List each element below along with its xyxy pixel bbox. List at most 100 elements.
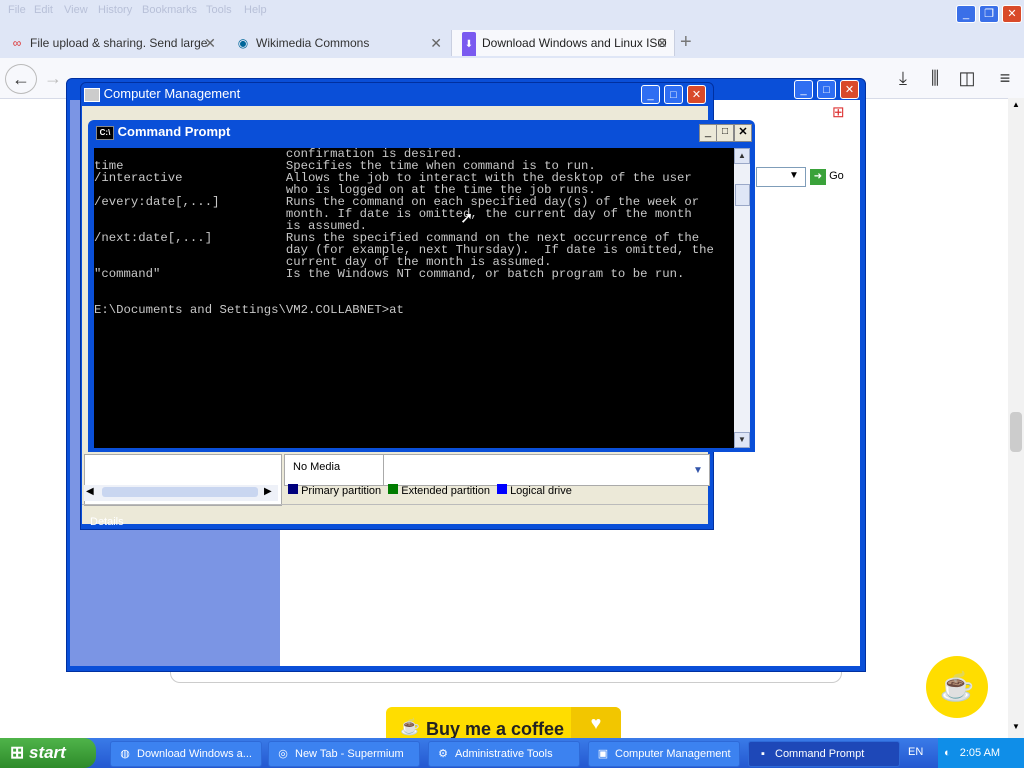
forward-icon[interactable]: →	[38, 64, 68, 92]
address-dropdown[interactable]: ▼	[756, 167, 806, 187]
back-icon[interactable]: ←	[5, 64, 37, 94]
legend-primary: Primary partition	[301, 485, 382, 497]
menu-bookmarks[interactable]: Bookmarks	[142, 4, 197, 16]
browser-close-button[interactable]: ✕	[1002, 5, 1022, 23]
menu-history[interactable]: History	[98, 4, 132, 16]
scroll-right-icon[interactable]: ▶	[264, 486, 272, 497]
cm-statusbar	[82, 504, 708, 525]
admin-close-button[interactable]: ✕	[840, 80, 859, 99]
cmd-title: Command Prompt	[117, 124, 231, 139]
menu-file[interactable]: File	[8, 4, 26, 16]
cmd-console[interactable]: confirmation is desired. time Specifies …	[94, 148, 734, 448]
supermium-icon: ◎	[278, 748, 288, 760]
network-icon[interactable]: ◐	[944, 747, 951, 759]
wikimedia-icon: ◉	[237, 36, 249, 50]
download-icon: ⬇	[462, 32, 476, 56]
page-scrollbar[interactable]: ▲ ▼	[1008, 98, 1024, 738]
close-icon[interactable]: ✕	[430, 30, 442, 56]
partition-legend: Primary partition Extended partition Log…	[288, 484, 572, 498]
browser-maximize-button[interactable]: ❐	[979, 5, 999, 23]
taskbar-item-download-windows[interactable]: ◍ Download Windows a...	[110, 741, 262, 767]
start-button[interactable]: ⊞ start	[0, 738, 96, 768]
disk-row[interactable]: No Media ▼	[284, 454, 710, 486]
cm-titlebar: Computer Management	[84, 86, 240, 102]
task-label: Administrative Tools	[455, 748, 553, 760]
legend-swatch-logical	[497, 484, 507, 494]
legend-swatch-extended	[388, 484, 399, 494]
downloads-icon[interactable]: ⤓	[888, 64, 918, 92]
cmd-icon: ▪	[761, 748, 765, 760]
library-icon[interactable]: ⫼	[920, 64, 950, 92]
computer-management-icon: ▣	[597, 748, 609, 760]
admin-maximize-button[interactable]: □	[817, 80, 836, 99]
cm-maximize-button[interactable]: □	[664, 85, 683, 104]
menu-help[interactable]: Help	[244, 4, 267, 16]
scroll-down-icon[interactable]: ▼	[734, 432, 750, 448]
taskbar-item-new-tab[interactable]: ◎ New Tab - Supermium	[268, 741, 420, 767]
cmd-close-button[interactable]: ✕	[734, 124, 752, 142]
cm-close-button[interactable]: ✕	[687, 85, 706, 104]
task-label: Download Windows a...	[137, 748, 252, 760]
tab-file-upload[interactable]: ∞ File upload & sharing. Send large ✕	[0, 30, 222, 56]
cmd-maximize-button[interactable]: □	[716, 124, 734, 142]
details-header: Details	[90, 516, 124, 528]
tab-wikimedia[interactable]: ◉ Wikimedia Commons ✕	[226, 30, 448, 56]
computer-management-icon	[84, 87, 100, 102]
cmd-titlebar: C:\ Command Prompt	[96, 124, 230, 140]
cm-tree-hscroll[interactable]: ◀ ▶	[84, 485, 278, 501]
cm-minimize-button[interactable]: _	[641, 85, 660, 104]
browser-minimize-button[interactable]: _	[956, 5, 976, 23]
coffee-mug-icon[interactable]: ☕	[926, 656, 988, 718]
scroll-up-icon[interactable]: ▲	[734, 148, 750, 164]
cmd-icon: C:\	[96, 125, 114, 140]
cmd-output: confirmation is desired. time Specifies …	[94, 148, 714, 317]
menu-icon[interactable]: ≡	[990, 64, 1020, 92]
disk-status: No Media	[293, 461, 341, 473]
tab-label: Wikimedia Commons	[256, 36, 370, 50]
scroll-down-icon[interactable]: ▼	[1010, 722, 1022, 734]
start-label: start	[28, 743, 66, 762]
windows-flag-icon: ⊞	[10, 743, 25, 762]
go-button[interactable]: ➜ Go	[810, 167, 860, 185]
menu-edit[interactable]: Edit	[34, 4, 53, 16]
legend-logical: Logical drive	[510, 485, 572, 497]
cmd-minimize-button[interactable]: _	[699, 124, 717, 142]
cm-title: Computer Management	[103, 86, 241, 101]
close-icon[interactable]: ✕	[204, 30, 216, 56]
disk-divider	[383, 455, 384, 485]
clock[interactable]: 2:05 AM	[960, 747, 1000, 759]
tab-label: Download Windows and Linux ISO	[482, 36, 667, 50]
tab-download-iso[interactable]: ⬇ Download Windows and Linux ISO ✕	[451, 30, 675, 56]
link-icon: ∞	[12, 36, 22, 50]
menu-tools[interactable]: Tools	[206, 4, 232, 16]
menu-view[interactable]: View	[64, 4, 88, 16]
scroll-left-icon[interactable]: ◀	[86, 486, 94, 497]
task-label: Command Prompt	[775, 748, 865, 760]
chevron-down-icon[interactable]: ▼	[693, 465, 703, 476]
mouse-cursor-icon: ➚	[460, 210, 474, 227]
coffee-label: Buy me a coffee	[426, 719, 565, 739]
cmd-scroll-thumb[interactable]	[735, 184, 750, 206]
admin-tools-icon: ⚙	[438, 748, 448, 760]
language-indicator[interactable]: EN	[908, 746, 923, 758]
chevron-down-icon: ▼	[789, 170, 799, 181]
scroll-up-icon[interactable]: ▲	[1010, 100, 1022, 112]
task-label: New Tab - Supermium	[295, 748, 404, 760]
taskbar-item-admin-tools[interactable]: ⚙ Administrative Tools	[428, 741, 580, 767]
task-label: Computer Management	[615, 748, 731, 760]
cmd-scrollbar[interactable]: ▲ ▼	[734, 148, 750, 448]
go-label: Go	[829, 170, 844, 182]
coffee-cup-icon: ☕	[400, 719, 420, 736]
legend-extended: Extended partition	[401, 485, 490, 497]
taskbar-item-computer-management[interactable]: ▣ Computer Management	[588, 741, 740, 767]
legend-swatch-primary	[288, 484, 298, 494]
taskbar-item-command-prompt[interactable]: ▪ Command Prompt	[748, 741, 900, 767]
hscroll-thumb[interactable]	[102, 487, 258, 497]
new-tab-icon[interactable]: +	[680, 30, 702, 56]
system-tray: ◐ 2:05 AM	[938, 738, 1024, 768]
scroll-thumb[interactable]	[1010, 412, 1022, 452]
close-icon[interactable]: ✕	[656, 30, 668, 56]
sidebar-icon[interactable]: ◫	[952, 64, 982, 92]
admin-minimize-button[interactable]: _	[794, 80, 813, 99]
tab-label: File upload & sharing. Send large	[30, 36, 208, 50]
